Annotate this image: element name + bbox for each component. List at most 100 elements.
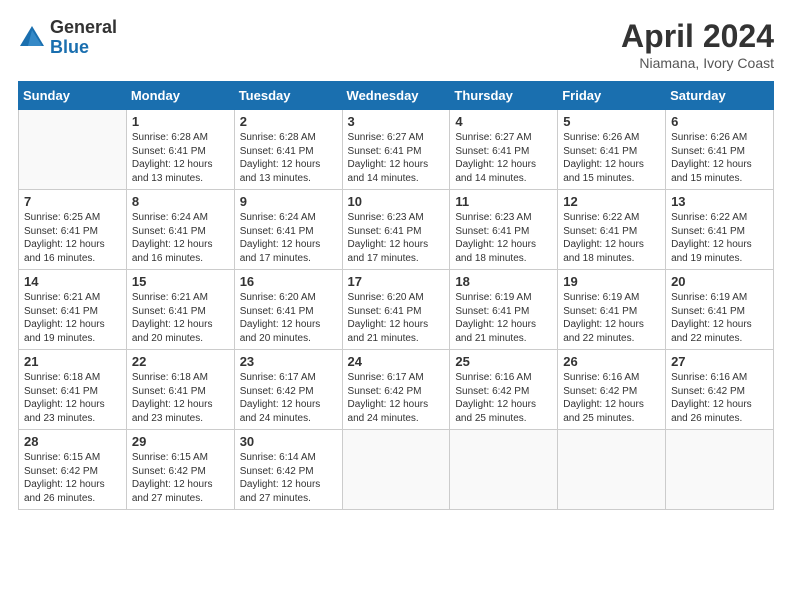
day-number: 2	[240, 114, 337, 129]
day-number: 15	[132, 274, 229, 289]
day-info: Sunrise: 6:22 AMSunset: 6:41 PMDaylight:…	[671, 211, 768, 265]
calendar-cell: 26 Sunrise: 6:16 AMSunset: 6:42 PMDayligh…	[558, 350, 666, 430]
day-number: 30	[240, 434, 337, 449]
calendar-cell: 12 Sunrise: 6:22 AMSunset: 6:41 PMDayligh…	[558, 190, 666, 270]
calendar-cell: 11Sunrise: 6:23 AMSunset: 6:41 PMDayligh…	[450, 190, 558, 270]
day-info: Sunrise: 6:24 AMSunset: 6:41 PMDaylight:…	[240, 211, 337, 265]
calendar-header-wednesday: Wednesday	[342, 82, 450, 110]
logo: General Blue	[18, 18, 117, 58]
day-number: 29	[132, 434, 229, 449]
calendar-title: April 2024	[621, 18, 774, 55]
header: General Blue April 2024 Niamana, Ivory C…	[18, 18, 774, 71]
day-number: 25	[455, 354, 552, 369]
day-number: 18	[455, 274, 552, 289]
day-number: 11	[455, 194, 552, 209]
calendar-cell: 15 Sunrise: 6:21 AMSunset: 6:41 PMDayligh…	[126, 270, 234, 350]
day-number: 22	[132, 354, 229, 369]
calendar-cell	[342, 430, 450, 510]
calendar-cell: 8 Sunrise: 6:24 AMSunset: 6:41 PMDaylight…	[126, 190, 234, 270]
day-info: Sunrise: 6:23 AMSunset: 6:41 PMDaylight:…	[348, 211, 445, 265]
day-info: Sunrise: 6:20 AMSunset: 6:41 PMDaylight:…	[348, 291, 445, 345]
day-number: 23	[240, 354, 337, 369]
calendar-header-thursday: Thursday	[450, 82, 558, 110]
day-info: Sunrise: 6:27 AMSunset: 6:41 PMDaylight:…	[348, 131, 445, 185]
day-info: Sunrise: 6:21 AMSunset: 6:41 PMDaylight:…	[132, 291, 229, 345]
day-info: Sunrise: 6:28 AMSunset: 6:41 PMDaylight:…	[132, 131, 229, 185]
day-number: 6	[671, 114, 768, 129]
calendar-week-row: 28Sunrise: 6:15 AMSunset: 6:42 PMDayligh…	[19, 430, 774, 510]
calendar-cell: 16Sunrise: 6:20 AMSunset: 6:41 PMDayligh…	[234, 270, 342, 350]
calendar-cell: 28Sunrise: 6:15 AMSunset: 6:42 PMDayligh…	[19, 430, 127, 510]
calendar-cell: 27Sunrise: 6:16 AMSunset: 6:42 PMDayligh…	[666, 350, 774, 430]
calendar-cell: 25 Sunrise: 6:16 AMSunset: 6:42 PMDayligh…	[450, 350, 558, 430]
day-info: Sunrise: 6:16 AMSunset: 6:42 PMDaylight:…	[455, 371, 552, 425]
calendar-cell: 21 Sunrise: 6:18 AMSunset: 6:41 PMDayligh…	[19, 350, 127, 430]
calendar-cell: 24 Sunrise: 6:17 AMSunset: 6:42 PMDayligh…	[342, 350, 450, 430]
calendar-cell: 17 Sunrise: 6:20 AMSunset: 6:41 PMDayligh…	[342, 270, 450, 350]
calendar-cell: 13 Sunrise: 6:22 AMSunset: 6:41 PMDayligh…	[666, 190, 774, 270]
calendar-cell	[666, 430, 774, 510]
day-info: Sunrise: 6:26 AMSunset: 6:41 PMDaylight:…	[671, 131, 768, 185]
day-number: 8	[132, 194, 229, 209]
day-info: Sunrise: 6:19 AMSunset: 6:41 PMDaylight:…	[563, 291, 660, 345]
day-number: 7	[24, 194, 121, 209]
day-number: 3	[348, 114, 445, 129]
day-info: Sunrise: 6:24 AMSunset: 6:41 PMDaylight:…	[132, 211, 229, 265]
day-number: 5	[563, 114, 660, 129]
day-info: Sunrise: 6:19 AMSunset: 6:41 PMDaylight:…	[671, 291, 768, 345]
day-number: 12	[563, 194, 660, 209]
day-info: Sunrise: 6:26 AMSunset: 6:41 PMDaylight:…	[563, 131, 660, 185]
calendar-cell: 2Sunrise: 6:28 AMSunset: 6:41 PMDaylight…	[234, 110, 342, 190]
day-number: 20	[671, 274, 768, 289]
day-info: Sunrise: 6:15 AMSunset: 6:42 PMDaylight:…	[24, 451, 121, 505]
calendar-cell: 1 Sunrise: 6:28 AMSunset: 6:41 PMDaylight…	[126, 110, 234, 190]
day-number: 4	[455, 114, 552, 129]
calendar-cell: 29 Sunrise: 6:15 AMSunset: 6:42 PMDayligh…	[126, 430, 234, 510]
calendar-header-tuesday: Tuesday	[234, 82, 342, 110]
logo-blue-label: Blue	[50, 38, 117, 58]
day-number: 26	[563, 354, 660, 369]
logo-text: General Blue	[50, 18, 117, 58]
day-number: 24	[348, 354, 445, 369]
day-info: Sunrise: 6:25 AMSunset: 6:41 PMDaylight:…	[24, 211, 121, 265]
calendar-cell: 4 Sunrise: 6:27 AMSunset: 6:41 PMDaylight…	[450, 110, 558, 190]
calendar-table: SundayMondayTuesdayWednesdayThursdayFrid…	[18, 81, 774, 510]
calendar-cell: 23 Sunrise: 6:17 AMSunset: 6:42 PMDayligh…	[234, 350, 342, 430]
calendar-cell: 6 Sunrise: 6:26 AMSunset: 6:41 PMDaylight…	[666, 110, 774, 190]
page: General Blue April 2024 Niamana, Ivory C…	[0, 0, 792, 612]
day-number: 14	[24, 274, 121, 289]
day-number: 16	[240, 274, 337, 289]
title-block: April 2024 Niamana, Ivory Coast	[621, 18, 774, 71]
day-info: Sunrise: 6:18 AMSunset: 6:41 PMDaylight:…	[24, 371, 121, 425]
calendar-cell: 10Sunrise: 6:23 AMSunset: 6:41 PMDayligh…	[342, 190, 450, 270]
calendar-cell: 18 Sunrise: 6:19 AMSunset: 6:41 PMDayligh…	[450, 270, 558, 350]
logo-general-label: General	[50, 18, 117, 38]
day-info: Sunrise: 6:16 AMSunset: 6:42 PMDaylight:…	[671, 371, 768, 425]
day-info: Sunrise: 6:16 AMSunset: 6:42 PMDaylight:…	[563, 371, 660, 425]
logo-icon	[18, 24, 46, 52]
day-info: Sunrise: 6:17 AMSunset: 6:42 PMDaylight:…	[240, 371, 337, 425]
day-info: Sunrise: 6:14 AMSunset: 6:42 PMDaylight:…	[240, 451, 337, 505]
calendar-cell	[450, 430, 558, 510]
day-info: Sunrise: 6:22 AMSunset: 6:41 PMDaylight:…	[563, 211, 660, 265]
day-info: Sunrise: 6:17 AMSunset: 6:42 PMDaylight:…	[348, 371, 445, 425]
day-info: Sunrise: 6:21 AMSunset: 6:41 PMDaylight:…	[24, 291, 121, 345]
calendar-cell: 14 Sunrise: 6:21 AMSunset: 6:41 PMDayligh…	[19, 270, 127, 350]
day-info: Sunrise: 6:19 AMSunset: 6:41 PMDaylight:…	[455, 291, 552, 345]
day-info: Sunrise: 6:27 AMSunset: 6:41 PMDaylight:…	[455, 131, 552, 185]
calendar-cell	[558, 430, 666, 510]
day-number: 17	[348, 274, 445, 289]
day-info: Sunrise: 6:15 AMSunset: 6:42 PMDaylight:…	[132, 451, 229, 505]
day-number: 13	[671, 194, 768, 209]
day-number: 1	[132, 114, 229, 129]
calendar-week-row: 7 Sunrise: 6:25 AMSunset: 6:41 PMDaylight…	[19, 190, 774, 270]
day-number: 21	[24, 354, 121, 369]
calendar-header-row: SundayMondayTuesdayWednesdayThursdayFrid…	[19, 82, 774, 110]
calendar-cell: 5 Sunrise: 6:26 AMSunset: 6:41 PMDaylight…	[558, 110, 666, 190]
calendar-week-row: 21 Sunrise: 6:18 AMSunset: 6:41 PMDayligh…	[19, 350, 774, 430]
calendar-header-saturday: Saturday	[666, 82, 774, 110]
calendar-cell: 19Sunrise: 6:19 AMSunset: 6:41 PMDayligh…	[558, 270, 666, 350]
calendar-cell: 7 Sunrise: 6:25 AMSunset: 6:41 PMDaylight…	[19, 190, 127, 270]
calendar-cell	[19, 110, 127, 190]
calendar-header-friday: Friday	[558, 82, 666, 110]
